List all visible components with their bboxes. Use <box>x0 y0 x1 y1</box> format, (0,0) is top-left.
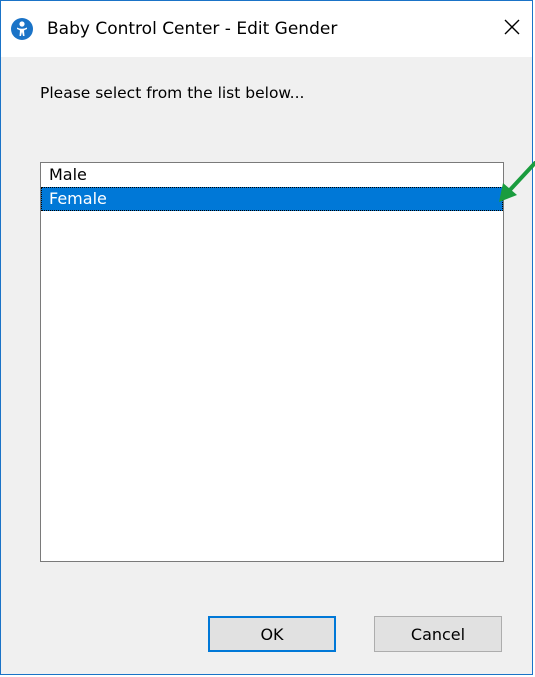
title-bar: Baby Control Center - Edit Gender <box>1 1 532 57</box>
baby-app-icon <box>11 18 33 40</box>
edit-gender-dialog: Baby Control Center - Edit Gender Please… <box>0 0 535 675</box>
dialog-body: Please select from the list below... Mal… <box>1 57 532 674</box>
list-item-female[interactable]: Female <box>41 187 503 211</box>
close-icon <box>504 19 520 39</box>
window-title: Baby Control Center - Edit Gender <box>47 19 338 39</box>
ok-button[interactable]: OK <box>208 616 336 652</box>
close-button[interactable] <box>492 1 532 57</box>
list-item-male[interactable]: Male <box>41 163 503 187</box>
gender-listbox[interactable]: Male Female <box>40 162 504 562</box>
cancel-button[interactable]: Cancel <box>374 616 502 652</box>
instruction-text: Please select from the list below... <box>40 84 305 102</box>
